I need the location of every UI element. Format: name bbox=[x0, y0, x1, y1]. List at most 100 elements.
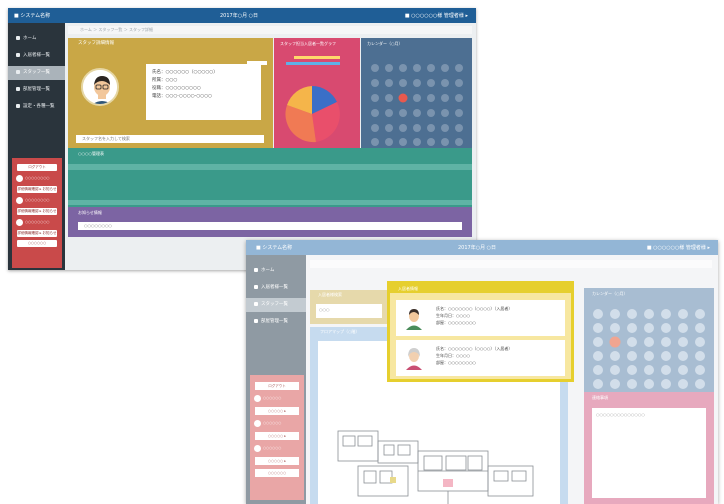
alert-detail-button[interactable]: ○○○○○ ▸ bbox=[255, 407, 299, 415]
staff-phone: 電話：○○○-○○○○-○○○○ bbox=[152, 94, 212, 99]
current-date: 2017年○月 ○日 bbox=[458, 245, 497, 251]
calendar-card-header: カレンダー（○月） bbox=[592, 291, 628, 296]
alert-icon bbox=[254, 394, 261, 402]
notes-card-header: 連絡事項 bbox=[592, 395, 608, 400]
alert-row: ○○○○○○ bbox=[254, 419, 300, 428]
male-avatar-icon bbox=[406, 309, 422, 330]
calendar-grid[interactable] bbox=[584, 300, 714, 392]
resident-name: 氏名：○○○○○○○（○○○○）（入居者） bbox=[436, 346, 513, 351]
notice-panel: お知らせ情報 ○○○○○○○○ bbox=[68, 207, 472, 237]
resident-room: 部屋：○○○○○○○○ bbox=[436, 320, 476, 325]
notice-input[interactable]: ○○○○○○○○ bbox=[78, 222, 462, 230]
staff-avatar bbox=[81, 68, 119, 106]
female-avatar-icon bbox=[406, 348, 422, 370]
sidebar-item-settings[interactable]: 設定・各種一覧 bbox=[8, 100, 65, 114]
staff-department: 所属：○○○ bbox=[152, 78, 178, 83]
alert-label: ○○○○○○○○ bbox=[25, 220, 50, 224]
alert-detail-button[interactable]: ○○○○○ ▸ bbox=[255, 457, 299, 465]
logout-button[interactable]: ログアウト bbox=[17, 164, 57, 171]
resident-details: 氏名：○○○○○○○（○○○○）（入居者） 生年月日：○○○○ 部屋：○○○○○… bbox=[436, 345, 512, 366]
pie-chart bbox=[285, 56, 340, 143]
sidebar-item-residents[interactable]: 入居者様一覧 bbox=[246, 281, 306, 295]
user-icon bbox=[16, 52, 20, 57]
top-bar: ■ システム名称 2017年○月 ○日 ■ ○○○○○○様 管理者様 ▸ bbox=[8, 8, 476, 23]
calendar-card: カレンダー（○月） bbox=[584, 288, 714, 392]
resident-room: 部屋：○○○○○○○○ bbox=[436, 360, 476, 365]
staff-name: 氏名：○○○○○○（○○○○○） bbox=[152, 70, 218, 75]
resident-entry[interactable]: 氏名：○○○○○○○（○○○○）（入居者） 生年月日：○○○○ 部屋：○○○○○… bbox=[396, 300, 565, 336]
alert-label: ○○○○○○ bbox=[263, 421, 282, 425]
alert-detail-button[interactable]: 詳細情報確認 ▸ お知らせ bbox=[17, 186, 57, 193]
alert-row: ○○○○○○○○ bbox=[16, 196, 58, 205]
breadcrumb: ホーム ＞ スタッフ一覧 ＞ スタッフ詳細 bbox=[68, 26, 472, 34]
sidebar-item-label: ホーム bbox=[23, 36, 37, 41]
home-icon bbox=[254, 267, 258, 272]
alert-label: ○○○○○○ bbox=[263, 396, 282, 400]
resident-search-input[interactable]: ○○○ bbox=[316, 304, 382, 318]
alert-detail-button[interactable]: ○○○○○ ▸ bbox=[255, 432, 299, 440]
app-title[interactable]: ■ システム名称 bbox=[14, 12, 50, 19]
calendar-grid[interactable] bbox=[361, 50, 472, 150]
sidebar-item-residents[interactable]: 入居者様一覧 bbox=[8, 49, 65, 63]
alert-icon bbox=[254, 419, 261, 427]
resident-name: 氏名：○○○○○○○（○○○○）（入居者） bbox=[436, 306, 513, 311]
logout-button[interactable]: ログアウト bbox=[255, 382, 299, 390]
notes-card: 連絡事項 ○○○○○○○○○○○○○○ bbox=[584, 392, 714, 504]
resident-details: 氏名：○○○○○○○（○○○○）（入居者） 生年月日：○○○○ 部屋：○○○○○… bbox=[436, 305, 512, 326]
chart-card: スタッフ担当入居者一覧グラフ bbox=[274, 38, 360, 150]
calendar-card: カレンダー（○月） bbox=[361, 38, 472, 150]
table-footer-row bbox=[68, 200, 472, 205]
alert-row: ○○○○○○○○ bbox=[16, 174, 58, 183]
alert-icon bbox=[16, 196, 23, 204]
alerts-panel: ログアウト ○○○○○○ ○○○○○ ▸ ○○○○○○ ○○○○○ ▸ ○○○○… bbox=[250, 375, 304, 500]
alerts-panel: ログアウト ○○○○○○○○ 詳細情報確認 ▸ お知らせ ○○○○○○○○ 詳細… bbox=[12, 158, 62, 268]
management-panel-header: ○○○○管理表 bbox=[78, 151, 104, 156]
male-avatar-icon bbox=[83, 70, 117, 104]
alert-row: ○○○○○○ bbox=[254, 444, 300, 453]
alert-detail-button[interactable]: 詳細情報確認 ▸ お知らせ bbox=[17, 230, 57, 237]
staff-search-input[interactable]: スタッフ名を入力して検索 bbox=[76, 135, 264, 143]
alert-row: ○○○○○○○○ bbox=[16, 218, 58, 227]
sidebar-item-label: 入居者様一覧 bbox=[261, 285, 288, 290]
popup-header: 入居者情報 bbox=[390, 284, 571, 293]
sidebar-item-rooms[interactable]: 部屋管理一覧 bbox=[8, 83, 65, 97]
staff-info-box: 氏名：○○○○○○（○○○○○） 所属：○○○ 役職：○○○○○○○○○ 電話：… bbox=[146, 64, 261, 120]
sidebar-item-home[interactable]: ホーム bbox=[246, 264, 306, 278]
user-menu[interactable]: ■ ○○○○○○様 管理者様 ▸ bbox=[647, 244, 710, 251]
user-icon bbox=[254, 284, 258, 289]
app-title[interactable]: ■ システム名称 bbox=[256, 244, 292, 251]
resident-search-card: 入居者様検索 ○○○ bbox=[310, 290, 388, 324]
breadcrumb bbox=[310, 260, 712, 268]
staff-detail-window: ■ システム名称 2017年○月 ○日 ■ ○○○○○○様 管理者様 ▸ ホーム… bbox=[8, 8, 476, 270]
notes-textarea[interactable]: ○○○○○○○○○○○○○○ bbox=[592, 408, 706, 498]
alert-icon bbox=[16, 174, 23, 182]
staff-card-header: スタッフ詳細情報 bbox=[78, 41, 114, 46]
staff-position: 役職：○○○○○○○○○ bbox=[152, 86, 201, 91]
sidebar-item-label: ホーム bbox=[261, 268, 275, 273]
user-menu[interactable]: ■ ○○○○○○様 管理者様 ▸ bbox=[405, 12, 468, 19]
sidebar-item-label: スタッフ一覧 bbox=[23, 70, 50, 75]
alert-icon bbox=[16, 218, 23, 226]
sidebar-item-home[interactable]: ホーム bbox=[8, 32, 65, 46]
room-icon bbox=[254, 318, 258, 323]
sidebar-item-staff[interactable]: スタッフ一覧 bbox=[246, 298, 306, 312]
management-panel: ○○○○管理表 bbox=[68, 148, 472, 208]
alert-label: ○○○○○○○○ bbox=[25, 198, 50, 202]
top-bar: ■ システム名称 2017年○月 ○日 ■ ○○○○○○様 管理者様 ▸ bbox=[246, 240, 718, 255]
calendar-card-header: カレンダー（○月） bbox=[367, 41, 403, 46]
sidebar-item-label: 部屋管理一覧 bbox=[23, 87, 50, 92]
alert-detail-button[interactable]: 詳細情報確認 ▸ お知らせ bbox=[17, 208, 57, 215]
screenshot-stage: ■ システム名称 2017年○月 ○日 ■ ○○○○○○様 管理者様 ▸ ホーム… bbox=[0, 0, 724, 504]
more-button[interactable]: ○○○○○○ bbox=[17, 240, 57, 247]
sidebar-item-staff[interactable]: スタッフ一覧 bbox=[8, 66, 65, 80]
alert-icon bbox=[254, 444, 261, 452]
resident-entry[interactable]: 氏名：○○○○○○○（○○○○）（入居者） 生年月日：○○○○ 部屋：○○○○○… bbox=[396, 340, 565, 376]
sidebar-item-label: 入居者様一覧 bbox=[23, 53, 50, 58]
sidebar-item-label: 部屋管理一覧 bbox=[261, 319, 288, 324]
room-icon bbox=[16, 86, 20, 91]
alert-label: ○○○○○○ bbox=[263, 446, 282, 450]
staff-info-card: スタッフ詳細情報 氏名：○○○○○○（○○○○○） 所属：○○○ 役職：○○○○… bbox=[68, 38, 273, 150]
more-button[interactable]: ○○○○○○ bbox=[255, 469, 299, 477]
sidebar-item-rooms[interactable]: 部屋管理一覧 bbox=[246, 315, 306, 329]
sidebar-item-label: 設定・各種一覧 bbox=[23, 104, 55, 109]
